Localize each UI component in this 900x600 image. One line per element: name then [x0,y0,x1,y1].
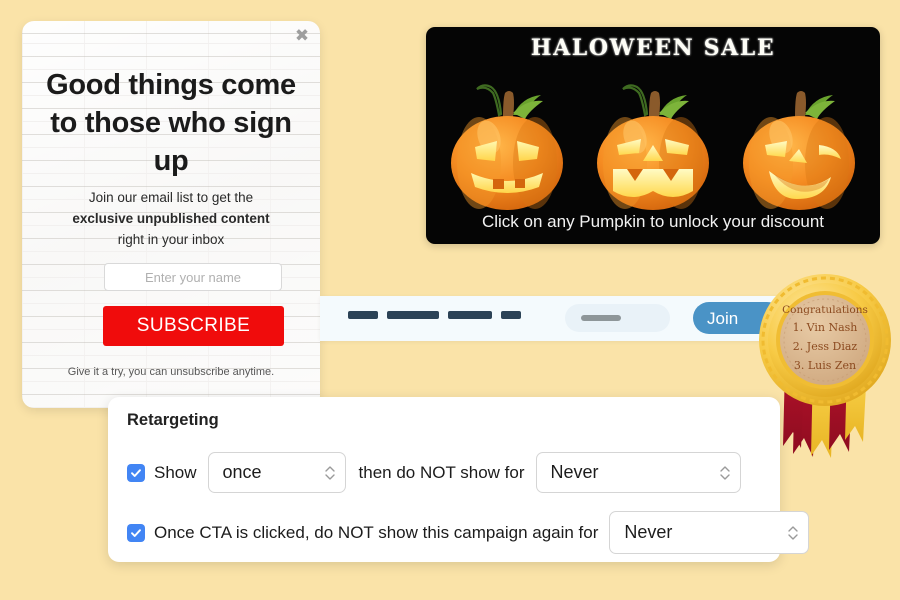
pumpkin-left-icon[interactable] [441,75,573,213]
cta-duration-value: Never [624,522,673,542]
check-icon [131,528,141,537]
pumpkin-right-icon[interactable] [733,75,865,213]
chevron-updown-icon [788,525,799,540]
cta-label: Once CTA is clicked, do NOT show this ca… [154,522,599,542]
halloween-title: HALOWEEN SALE [530,35,776,61]
then-do-not-show-label: then do NOT show for [358,462,525,482]
pumpkin-center-icon[interactable] [587,75,719,213]
signup-subtext-line-1: Join our email list to get the [88,190,254,205]
seal [759,274,891,406]
subscribe-button[interactable]: SUBSCRIBE [103,306,284,346]
bar-input-placeholder [581,315,621,321]
chevron-updown-icon [719,465,730,480]
campaign-bar: Join [320,296,790,341]
not-show-duration-select[interactable]: Never [535,452,741,493]
award-badge[interactable]: Congratulations 1. Vin Nash 2. Jess Diaz… [755,272,895,497]
close-icon[interactable]: ✖ [293,27,311,45]
pumpkin-row [434,73,872,213]
cta-duration-stepper[interactable] [778,523,808,543]
signup-headline: Good things come to those who sign up [46,69,296,177]
name-input[interactable]: Enter your name [104,263,282,291]
show-checkbox[interactable] [127,463,145,482]
retargeting-row-show: Show once then do NOT show for Never [127,452,741,493]
check-icon [131,468,141,477]
signup-footer-note: Give it a try, you can unsubscribe anyti… [67,366,275,378]
signup-modal: ✖ Good things come to those who sign up … [22,21,320,408]
screenshot-canvas: ✖ Good things come to those who sign up … [0,0,900,600]
signup-subtext-line-3: right in your inbox [117,232,225,247]
retargeting-row-cta: Once CTA is clicked, do NOT show this ca… [127,511,810,554]
show-frequency-value: once [222,462,262,482]
award-badge-icon [759,274,891,458]
cta-checkbox[interactable] [127,523,145,542]
halloween-banner[interactable]: HALOWEEN SALE Click on any Pumpkin to un… [426,27,880,244]
not-show-duration-value: Never [550,462,599,482]
signup-subtext-line-2: exclusive unpublished content [72,211,270,226]
chevron-updown-icon [324,465,335,480]
show-frequency-select[interactable]: once [207,452,346,493]
halloween-cta-text: Click on any Pumpkin to unlock your disc… [481,212,825,231]
bar-email-input[interactable] [565,304,670,332]
not-show-duration-stepper[interactable] [710,463,740,483]
show-frequency-stepper[interactable] [315,463,345,483]
show-label: Show [154,462,197,482]
retargeting-title: Retargeting [127,411,219,429]
cta-duration-select[interactable]: Never [609,511,810,554]
signup-subtext: Join our email list to get the exclusive… [22,187,320,250]
bar-skeleton-text [348,311,521,319]
retargeting-panel: Retargeting Show once then do NOT show f… [108,397,810,562]
